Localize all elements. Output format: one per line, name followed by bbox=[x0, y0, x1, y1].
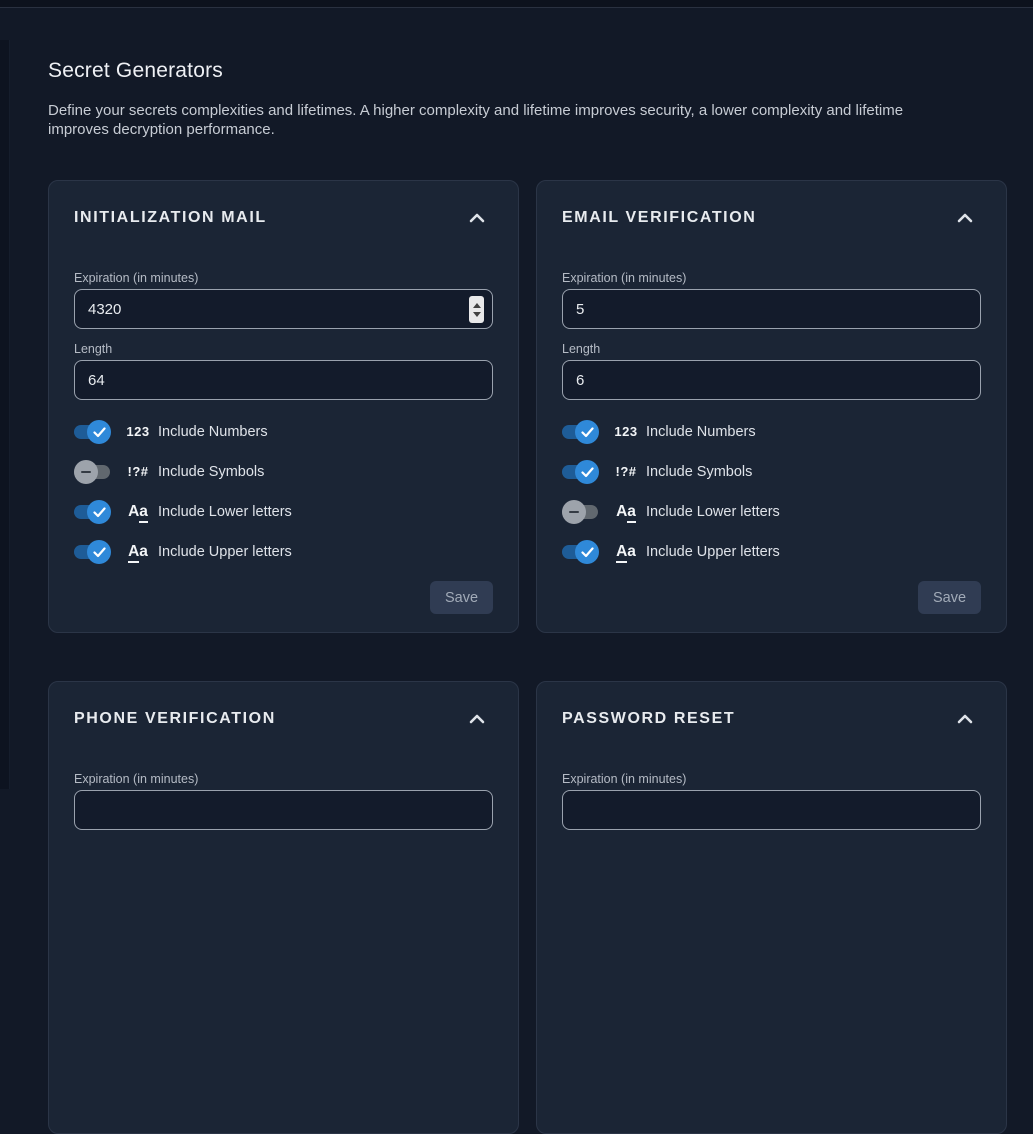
card-header: INITIALIZATION MAIL bbox=[74, 209, 493, 227]
save-button[interactable]: Save bbox=[918, 581, 981, 614]
expiration-label: Expiration (in minutes) bbox=[562, 271, 981, 285]
expiration-input-wrap bbox=[74, 289, 493, 329]
length-input-wrap bbox=[74, 360, 493, 400]
spinner-down-icon[interactable] bbox=[473, 312, 481, 317]
check-icon bbox=[581, 467, 594, 478]
toggle-include-numbers[interactable] bbox=[74, 420, 111, 444]
save-row: Save bbox=[74, 581, 493, 614]
card-header: PHONE VERIFICATION bbox=[74, 710, 493, 728]
option-include-numbers: 123 Include Numbers bbox=[74, 418, 493, 446]
dash-icon bbox=[569, 511, 579, 514]
lowercase-letters-icon: Aa bbox=[612, 503, 640, 521]
card-password-reset: PASSWORD RESET Expiration (in minutes) bbox=[536, 681, 1007, 1134]
check-icon bbox=[581, 547, 594, 558]
card-title: PHONE VERIFICATION bbox=[74, 710, 276, 728]
card-title: PASSWORD RESET bbox=[562, 710, 735, 728]
chevron-up-icon bbox=[469, 714, 485, 724]
spinner-up-icon[interactable] bbox=[473, 303, 481, 308]
uppercase-letters-icon: Aa bbox=[124, 543, 152, 561]
option-include-upper-letters: Aa Include Upper letters bbox=[562, 538, 981, 566]
toggle-label: Include Upper letters bbox=[646, 544, 780, 560]
save-row: Save bbox=[562, 581, 981, 614]
check-icon bbox=[581, 427, 594, 438]
card-title: EMAIL VERIFICATION bbox=[562, 209, 756, 227]
toggle-include-symbols[interactable] bbox=[74, 460, 111, 484]
toggle-include-upper-letters[interactable] bbox=[562, 540, 599, 564]
page-description: Define your secrets complexities and lif… bbox=[48, 101, 960, 139]
length-label: Length bbox=[74, 342, 493, 356]
toggle-label: Include Numbers bbox=[646, 424, 756, 440]
expiration-label: Expiration (in minutes) bbox=[562, 772, 981, 786]
collapse-button[interactable] bbox=[955, 211, 975, 225]
toggle-include-symbols[interactable] bbox=[562, 460, 599, 484]
card-header: PASSWORD RESET bbox=[562, 710, 981, 728]
symbols-icon: !?# bbox=[612, 463, 640, 481]
card-initialization-mail: INITIALIZATION MAIL Expiration (in minut… bbox=[48, 180, 519, 633]
collapse-button[interactable] bbox=[467, 712, 487, 726]
save-button[interactable]: Save bbox=[430, 581, 493, 614]
chevron-up-icon bbox=[957, 213, 973, 223]
toggle-label: Include Lower letters bbox=[646, 504, 780, 520]
toggle-include-lower-letters[interactable] bbox=[562, 500, 599, 524]
symbols-icon: !?# bbox=[124, 463, 152, 481]
numbers-icon: 123 bbox=[612, 423, 640, 441]
dash-icon bbox=[81, 471, 91, 474]
toggle-include-numbers[interactable] bbox=[562, 420, 599, 444]
card-header: EMAIL VERIFICATION bbox=[562, 209, 981, 227]
option-include-lower-letters: Aa Include Lower letters bbox=[74, 498, 493, 526]
expiration-label: Expiration (in minutes) bbox=[74, 271, 493, 285]
card-email-verification: EMAIL VERIFICATION Expiration (in minute… bbox=[536, 180, 1007, 633]
chevron-up-icon bbox=[469, 213, 485, 223]
collapse-button[interactable] bbox=[955, 712, 975, 726]
toggle-label: Include Upper letters bbox=[158, 544, 292, 560]
option-include-upper-letters: Aa Include Upper letters bbox=[74, 538, 493, 566]
expiration-input[interactable] bbox=[562, 790, 981, 830]
uppercase-letters-icon: Aa bbox=[612, 543, 640, 561]
toggle-label: Include Symbols bbox=[158, 464, 264, 480]
expiration-input-wrap bbox=[74, 790, 493, 830]
lowercase-letters-icon: Aa bbox=[124, 503, 152, 521]
toggle-include-lower-letters[interactable] bbox=[74, 500, 111, 524]
toggle-label: Include Numbers bbox=[158, 424, 268, 440]
numbers-icon: 123 bbox=[124, 423, 152, 441]
content: Secret Generators Define your secrets co… bbox=[0, 60, 1007, 1134]
expiration-input-wrap bbox=[562, 790, 981, 830]
length-input-wrap bbox=[562, 360, 981, 400]
toggle-label: Include Symbols bbox=[646, 464, 752, 480]
expiration-input[interactable] bbox=[74, 790, 493, 830]
card-title: INITIALIZATION MAIL bbox=[74, 209, 267, 227]
check-icon bbox=[93, 427, 106, 438]
number-spinner[interactable] bbox=[469, 296, 484, 323]
chevron-up-icon bbox=[957, 714, 973, 724]
option-include-lower-letters: Aa Include Lower letters bbox=[562, 498, 981, 526]
expiration-label: Expiration (in minutes) bbox=[74, 772, 493, 786]
page-title: Secret Generators bbox=[48, 60, 1007, 82]
card-phone-verification: PHONE VERIFICATION Expiration (in minute… bbox=[48, 681, 519, 1134]
expiration-input-wrap bbox=[562, 289, 981, 329]
check-icon bbox=[93, 547, 106, 558]
toggle-options: 123 Include Numbers !?# Include Symbols … bbox=[74, 418, 493, 566]
toggle-include-upper-letters[interactable] bbox=[74, 540, 111, 564]
expiration-input[interactable] bbox=[74, 289, 493, 329]
option-include-numbers: 123 Include Numbers bbox=[562, 418, 981, 446]
expiration-input[interactable] bbox=[562, 289, 981, 329]
toggle-options: 123 Include Numbers !?# Include Symbols … bbox=[562, 418, 981, 566]
length-input[interactable] bbox=[74, 360, 493, 400]
check-icon bbox=[93, 507, 106, 518]
length-label: Length bbox=[562, 342, 981, 356]
cards-grid: INITIALIZATION MAIL Expiration (in minut… bbox=[48, 180, 1007, 1134]
collapse-button[interactable] bbox=[467, 211, 487, 225]
option-include-symbols: !?# Include Symbols bbox=[562, 458, 981, 486]
left-edge-shade bbox=[0, 40, 10, 789]
length-input[interactable] bbox=[562, 360, 981, 400]
option-include-symbols: !?# Include Symbols bbox=[74, 458, 493, 486]
top-bar bbox=[0, 0, 1033, 8]
toggle-label: Include Lower letters bbox=[158, 504, 292, 520]
